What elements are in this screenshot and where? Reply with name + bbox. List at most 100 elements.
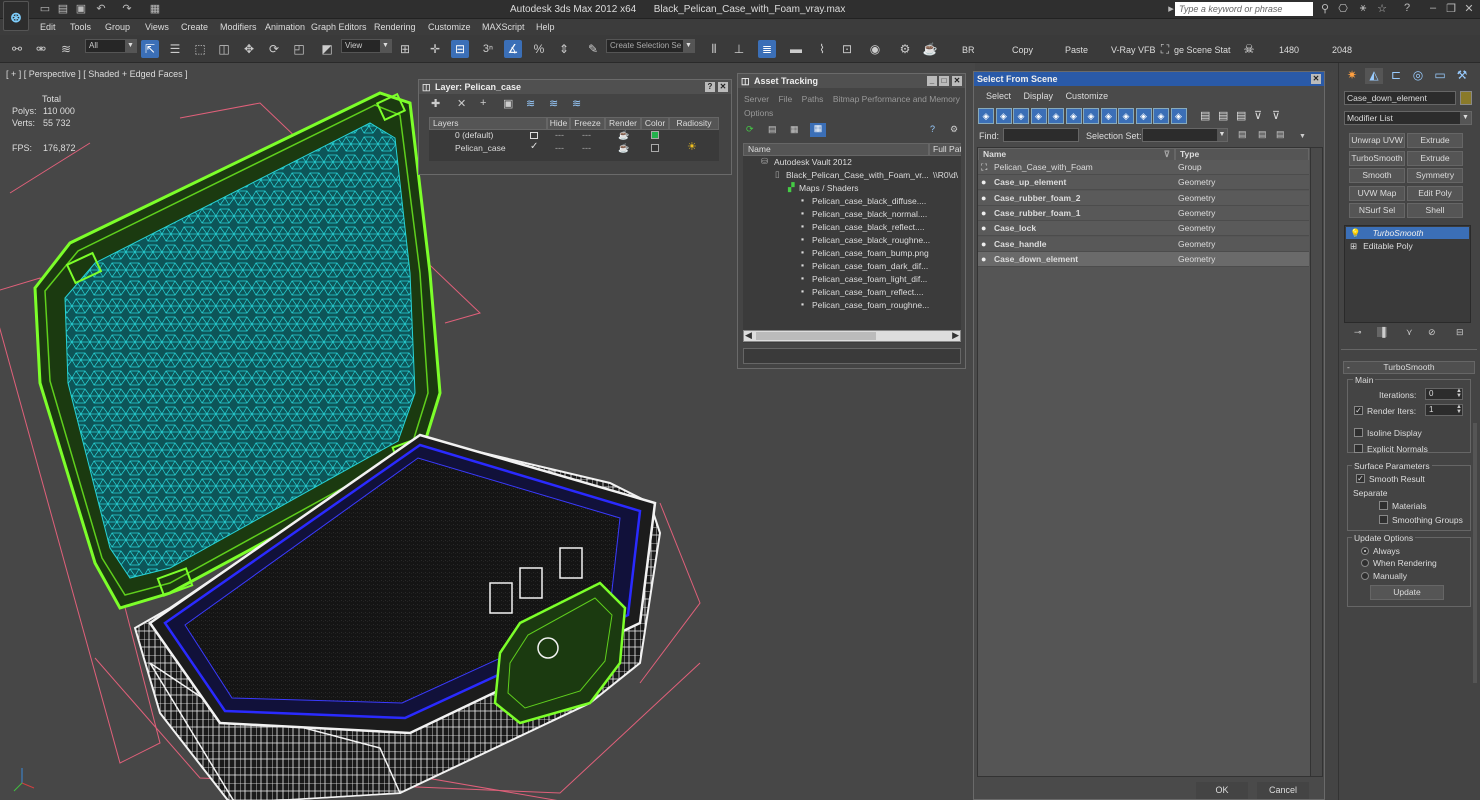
render-production-icon[interactable]: ☕: [921, 40, 939, 58]
curve-editor-icon[interactable]: ⌇: [813, 40, 831, 58]
window-crossing-icon[interactable]: ◫: [215, 40, 233, 58]
freeze-all-layers-icon[interactable]: ≋: [572, 97, 581, 110]
asset-horizontal-scrollbar[interactable]: ◀ ▶: [743, 330, 961, 342]
render-width-label[interactable]: 1480: [1279, 45, 1299, 55]
scene-object-row[interactable]: ● Case_rubber_foam_2 Geometry: [978, 190, 1309, 206]
communication-center-icon[interactable]: ⚹: [1356, 2, 1370, 17]
modifier-button[interactable]: Shell: [1407, 203, 1463, 218]
align-icon[interactable]: ⊥: [730, 40, 748, 58]
menu-tools[interactable]: Tools: [70, 22, 91, 32]
edit-named-selection-icon[interactable]: ✎: [584, 40, 602, 58]
display-lights-icon[interactable]: ◈: [1013, 108, 1029, 124]
freeze-dash-icon[interactable]: ---: [582, 143, 591, 153]
selection-set-dropdown[interactable]: ▼: [1142, 128, 1228, 142]
percent-snap-icon[interactable]: %: [530, 40, 548, 58]
select-in-layer-icon[interactable]: ▣: [503, 97, 513, 110]
redo-icon[interactable]: ↷: [120, 2, 134, 17]
iterations-spinner[interactable]: 0 ▲ ▼: [1425, 388, 1463, 400]
scene-object-row[interactable]: ● Case_handle Geometry: [978, 236, 1309, 252]
vray-vfb-button[interactable]: V-Ray VFB: [1111, 45, 1156, 55]
new-file-icon[interactable]: ▭: [38, 2, 52, 17]
display-cameras-icon[interactable]: ◈: [1030, 108, 1047, 124]
sort-icon[interactable]: ⊽: [1164, 149, 1170, 160]
explicit-normals-checkbox[interactable]: [1354, 444, 1363, 453]
panel-scrollbar[interactable]: [1473, 423, 1477, 683]
hide-dash-icon[interactable]: ---: [555, 130, 564, 140]
create-tab-icon[interactable]: ✷: [1343, 68, 1361, 84]
open-file-icon[interactable]: ▤: [56, 2, 70, 17]
select-object-icon[interactable]: ⇱: [141, 40, 159, 58]
map-file[interactable]: Pelican_case_black_reflect....: [812, 222, 924, 232]
display-tab-icon[interactable]: ▭: [1431, 68, 1449, 84]
grid-view-icon[interactable]: ▦: [810, 123, 826, 137]
scroll-left-icon[interactable]: ◀: [745, 330, 752, 341]
map-file[interactable]: Pelican_case_foam_reflect....: [812, 287, 924, 297]
materials-checkbox[interactable]: [1379, 501, 1388, 510]
asset-help-icon[interactable]: ?: [930, 124, 935, 134]
lightbulb-icon[interactable]: 💡: [1350, 228, 1361, 238]
scene-object-row[interactable]: ● Case_up_element Geometry: [978, 175, 1309, 191]
menu-customize[interactable]: Customize: [428, 22, 471, 32]
filter-icon[interactable]: ⊽: [1254, 109, 1262, 122]
named-selection-set-dropdown[interactable]: Create Selection Se ▼: [606, 39, 695, 53]
link-icon[interactable]: ⚯: [8, 40, 26, 58]
menu-graph-editors[interactable]: Graph Editors: [311, 22, 367, 32]
select-scale-icon[interactable]: ◰: [290, 40, 308, 58]
paste-button[interactable]: Paste: [1065, 45, 1088, 55]
menu-views[interactable]: Views: [145, 22, 169, 32]
asset-tracking-titlebar[interactable]: ◫ Asset Tracking _ □ ✕: [738, 74, 965, 88]
asset-maximize-button[interactable]: □: [939, 76, 949, 86]
ok-button[interactable]: OK: [1196, 782, 1248, 799]
configure-sets-icon[interactable]: ⊟: [1456, 327, 1464, 338]
snaps-toggle-icon[interactable]: 3ⁿ: [479, 40, 497, 58]
keyboard-shortcut-override-icon[interactable]: ⊟: [451, 40, 469, 58]
display-shapes-icon[interactable]: ◈: [995, 108, 1012, 124]
highlight-layer-icon[interactable]: ≋: [526, 97, 535, 110]
manually-radio[interactable]: [1361, 572, 1369, 580]
utilities-tab-icon[interactable]: ⚒: [1453, 68, 1471, 84]
add-to-set-icon[interactable]: ▤: [1258, 129, 1267, 140]
freeze-dash-icon[interactable]: ---: [582, 130, 591, 140]
scene-states-label[interactable]: ge Scene Stat: [1174, 45, 1231, 55]
render-iters-spinner[interactable]: 1 ▲ ▼: [1425, 404, 1463, 416]
map-file[interactable]: Pelican_case_black_normal....: [812, 209, 927, 219]
menu-create[interactable]: Create: [181, 22, 208, 32]
scene-object-row[interactable]: ● Case_lock Geometry: [978, 221, 1309, 237]
render-teapot-icon[interactable]: ☕: [618, 143, 629, 154]
display-helpers-icon[interactable]: ◈: [1048, 108, 1064, 124]
scene-object-row[interactable]: ⛶ Pelican_Case_with_Foam Group: [978, 160, 1309, 175]
binoculars-icon[interactable]: ⚲: [1318, 2, 1332, 17]
spinner-snap-icon[interactable]: ⇕: [555, 40, 573, 58]
asset-col-name[interactable]: Name: [743, 143, 929, 156]
remove-from-set-icon[interactable]: ▤: [1276, 129, 1285, 140]
smooth-result-checkbox[interactable]: ✓: [1356, 474, 1365, 483]
menu-edit[interactable]: Edit: [40, 22, 56, 32]
layer-help-button[interactable]: ?: [705, 82, 715, 92]
add-to-layer-icon[interactable]: +: [480, 97, 486, 109]
layer-manager-icon[interactable]: ≣: [758, 40, 776, 58]
layer-color-swatch[interactable]: [651, 144, 659, 152]
menu-animation[interactable]: Animation: [265, 22, 305, 32]
pin-stack-icon[interactable]: ⊸: [1354, 327, 1362, 338]
display-bones-icon[interactable]: ◈: [1118, 108, 1134, 124]
active-layer-box-icon[interactable]: [530, 132, 538, 139]
scroll-right-icon[interactable]: ▶: [952, 330, 959, 341]
asset-menu-server[interactable]: Server: [744, 94, 769, 104]
render-setup-icon[interactable]: ⚙: [896, 40, 914, 58]
help-icon[interactable]: ?: [1400, 2, 1414, 17]
hide-dash-icon[interactable]: ---: [555, 143, 564, 153]
object-name-field[interactable]: Case_down_element: [1344, 91, 1456, 105]
map-file[interactable]: Pelican_case_black_diffuse....: [812, 196, 926, 206]
modifier-button[interactable]: Smooth: [1349, 168, 1405, 183]
filter-options-icon[interactable]: ⊽: [1272, 109, 1280, 122]
always-radio[interactable]: [1361, 547, 1369, 555]
show-end-result-icon[interactable]: ▐: [1377, 327, 1388, 337]
display-frozen-icon[interactable]: ◈: [1153, 108, 1169, 124]
invert-selection-icon[interactable]: ▤: [1236, 109, 1246, 122]
modifier-list-dropdown[interactable]: Modifier List ▼: [1344, 111, 1472, 125]
sfs-menu-display[interactable]: Display: [1024, 91, 1054, 101]
modifier-button[interactable]: Extrude: [1407, 150, 1463, 166]
select-from-scene-close-button[interactable]: ✕: [1311, 74, 1321, 84]
map-file[interactable]: Pelican_case_black_roughne...: [812, 235, 930, 245]
stack-item-turbosmooth[interactable]: 💡 TurboSmooth: [1346, 227, 1469, 239]
